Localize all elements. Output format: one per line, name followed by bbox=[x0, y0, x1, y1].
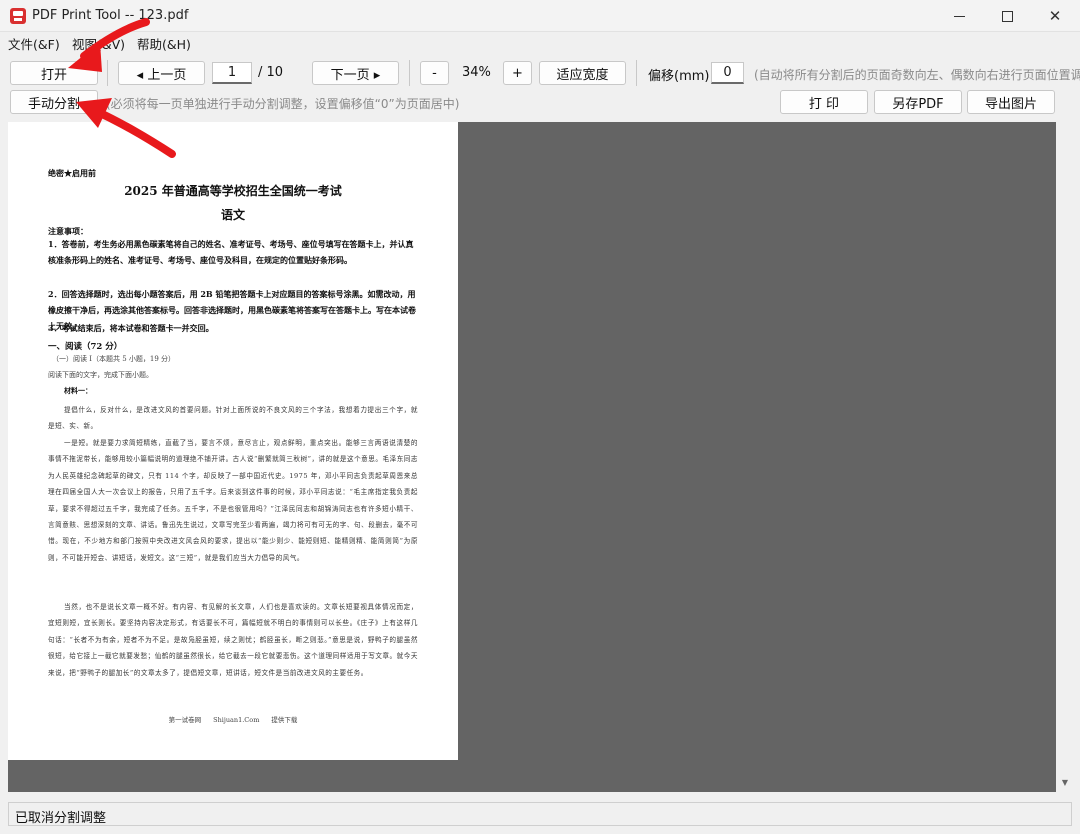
doc-footer: 第一试卷网 Shijuan1.Com 提供下载 bbox=[168, 716, 298, 724]
zoom-out-button[interactable]: - bbox=[420, 61, 449, 85]
maximize-button[interactable] bbox=[984, 0, 1030, 32]
doc-paragraph-2: 一是短。就是要力求简短精练，直截了当，要言不烦，意尽言止，观点鲜明，重点突出。能… bbox=[48, 439, 418, 562]
doc-paragraph-1: 提倡什么，反对什么，是改进文风的首要问题。针对上面所说的不良文风的三个字法，我想… bbox=[48, 406, 418, 431]
manual-split-button[interactable]: 手动分割 bbox=[10, 90, 98, 114]
print-button[interactable]: 打 印 bbox=[780, 90, 868, 114]
open-button[interactable]: 打开 bbox=[10, 61, 98, 85]
menu-help[interactable]: 帮助(&H) bbox=[137, 34, 191, 53]
offset-hint: (自动将所有分割后的页面奇数向左、偶数向右进行页面位置调整 bbox=[754, 68, 1080, 82]
offset-label: 偏移(mm): bbox=[648, 69, 714, 84]
fit-width-button[interactable]: 适应宽度 bbox=[539, 61, 626, 85]
prev-page-button[interactable]: ◂ 上一页 bbox=[118, 61, 205, 85]
pdf-preview-area[interactable]: 绝密★启用前 2025 年普通高等学校招生全国统一考试 语文 注意事项： 1．答… bbox=[8, 122, 1056, 792]
doc-notice-3: 3．考试结束后，将本试卷和答题卡一并交回。 bbox=[48, 323, 214, 333]
doc-subsection: （一）阅读 I（本题共 5 小题，19 分） bbox=[52, 355, 176, 363]
doc-material-label: 材料一： bbox=[64, 386, 92, 395]
next-page-button[interactable]: 下一页 ▸ bbox=[312, 61, 399, 85]
export-image-button[interactable]: 导出图片 bbox=[967, 90, 1055, 114]
pdf-page: 绝密★启用前 2025 年普通高等学校招生全国统一考试 语文 注意事项： 1．答… bbox=[8, 122, 458, 760]
toolbar-divider bbox=[409, 60, 410, 86]
minimize-icon bbox=[953, 15, 965, 17]
window-title: PDF Print Tool -- 123.pdf bbox=[32, 8, 189, 23]
minimize-button[interactable] bbox=[936, 0, 982, 32]
menu-view[interactable]: 视图(&V) bbox=[72, 34, 125, 53]
doc-title: 2025 年普通高等学校招生全国统一考试 bbox=[124, 184, 342, 198]
page-number-input[interactable]: 1 bbox=[212, 62, 252, 84]
zoom-level-label: 34% bbox=[462, 65, 491, 80]
doc-paragraph-3: 当然，也不是说长文章一概不好。有内容、有见解的长文章，人们也是喜欢读的。文章长短… bbox=[48, 603, 418, 677]
title-bar: PDF Print Tool -- 123.pdf ✕ bbox=[0, 0, 1080, 32]
menu-bar: 文件(&F) 视图(&V) 帮助(&H) bbox=[0, 32, 1080, 52]
doc-instruction: 阅读下面的文字，完成下面小题。 bbox=[48, 371, 153, 379]
doc-section: 一、阅读（72 分） bbox=[48, 342, 123, 352]
page-total-label: / 10 bbox=[258, 65, 284, 80]
offset-input[interactable]: 0 bbox=[711, 62, 744, 84]
doc-secret-label: 绝密★启用前 bbox=[48, 168, 96, 178]
toolbar-divider bbox=[107, 60, 108, 86]
maximize-icon bbox=[1001, 10, 1013, 22]
manual-split-hint: (必须将每一页单独进行手动分割调整，设置偏移值“0”为页面居中) bbox=[106, 97, 460, 111]
doc-subject: 语文 bbox=[220, 208, 245, 222]
close-button[interactable]: ✕ bbox=[1032, 0, 1078, 32]
menu-file[interactable]: 文件(&F) bbox=[8, 34, 60, 53]
app-printer-icon bbox=[10, 8, 26, 24]
toolbar-divider bbox=[636, 60, 637, 86]
zoom-in-button[interactable]: + bbox=[503, 61, 532, 85]
close-icon: ✕ bbox=[1048, 7, 1062, 25]
status-text: 已取消分割调整 bbox=[15, 811, 107, 826]
scroll-down-icon[interactable]: ▼ bbox=[1058, 778, 1072, 790]
save-pdf-button[interactable]: 另存PDF bbox=[874, 90, 962, 114]
doc-notice-1: 1．答卷前，考生务必用黑色碳素笔将自己的姓名、准考证号、考场号、座位号填写在答题… bbox=[48, 239, 414, 265]
status-bar: 已取消分割调整 bbox=[8, 802, 1072, 826]
